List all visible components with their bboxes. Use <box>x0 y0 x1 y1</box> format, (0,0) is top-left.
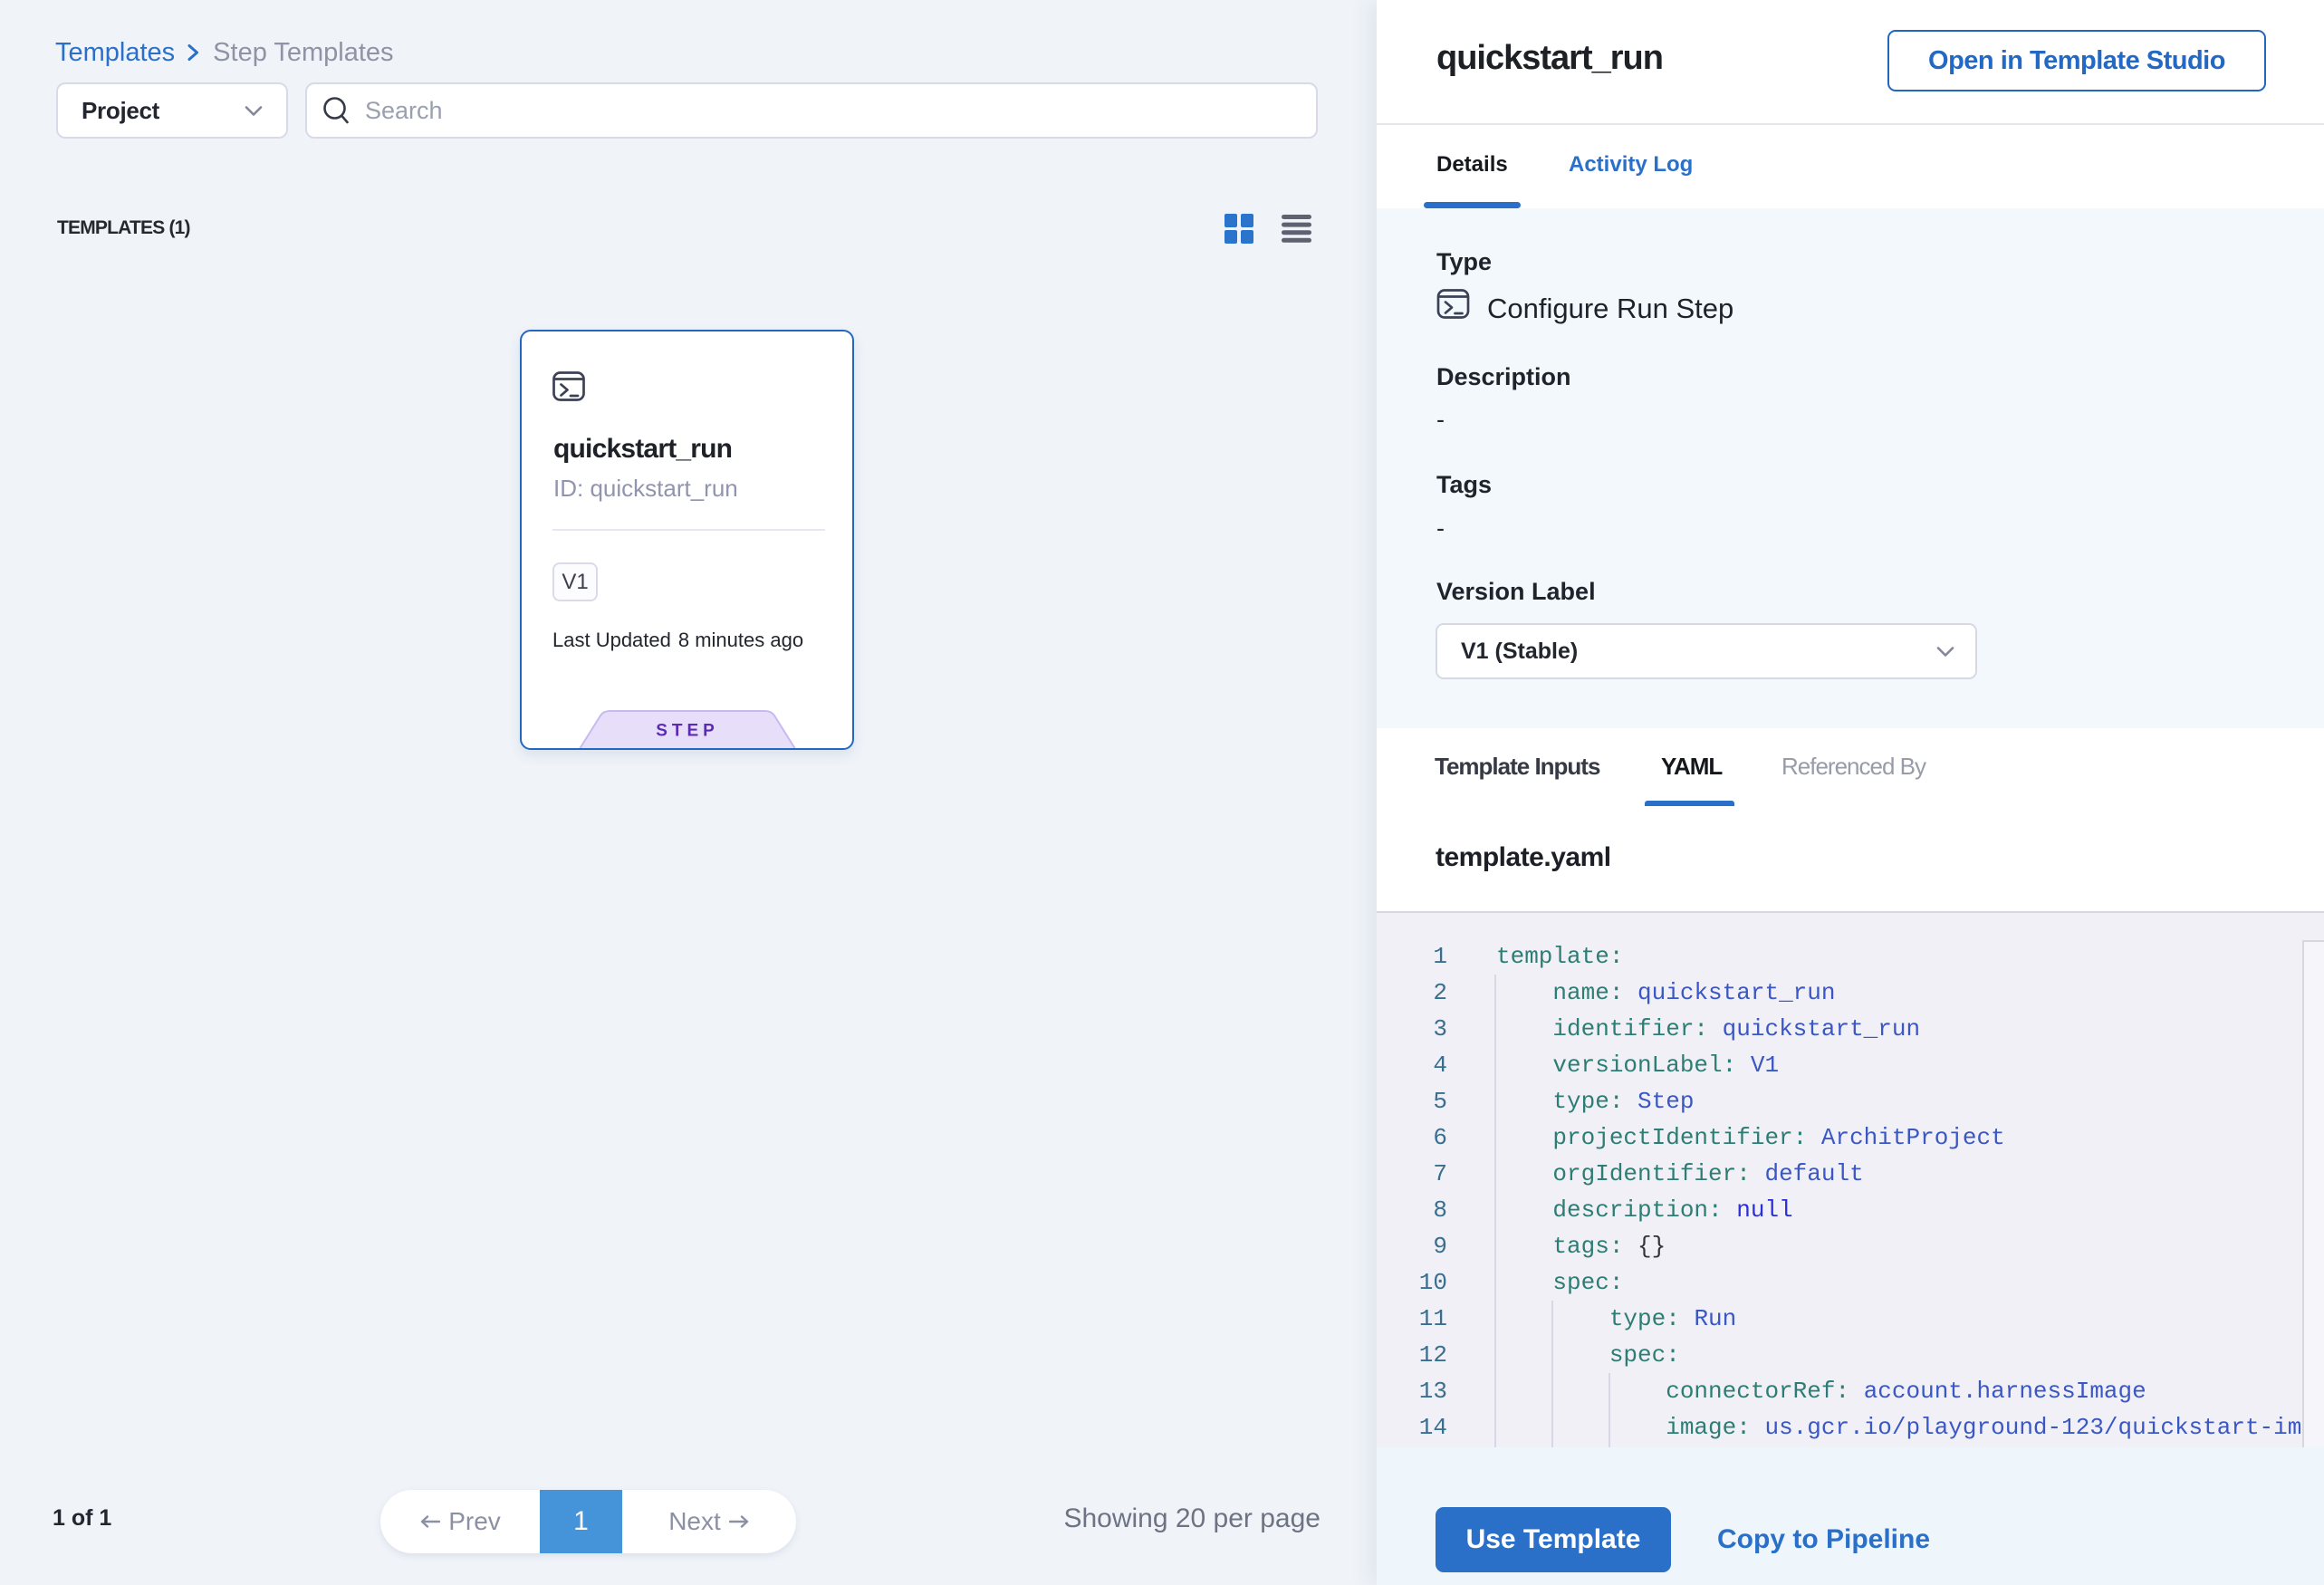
svg-text:STEP: STEP <box>656 722 719 741</box>
